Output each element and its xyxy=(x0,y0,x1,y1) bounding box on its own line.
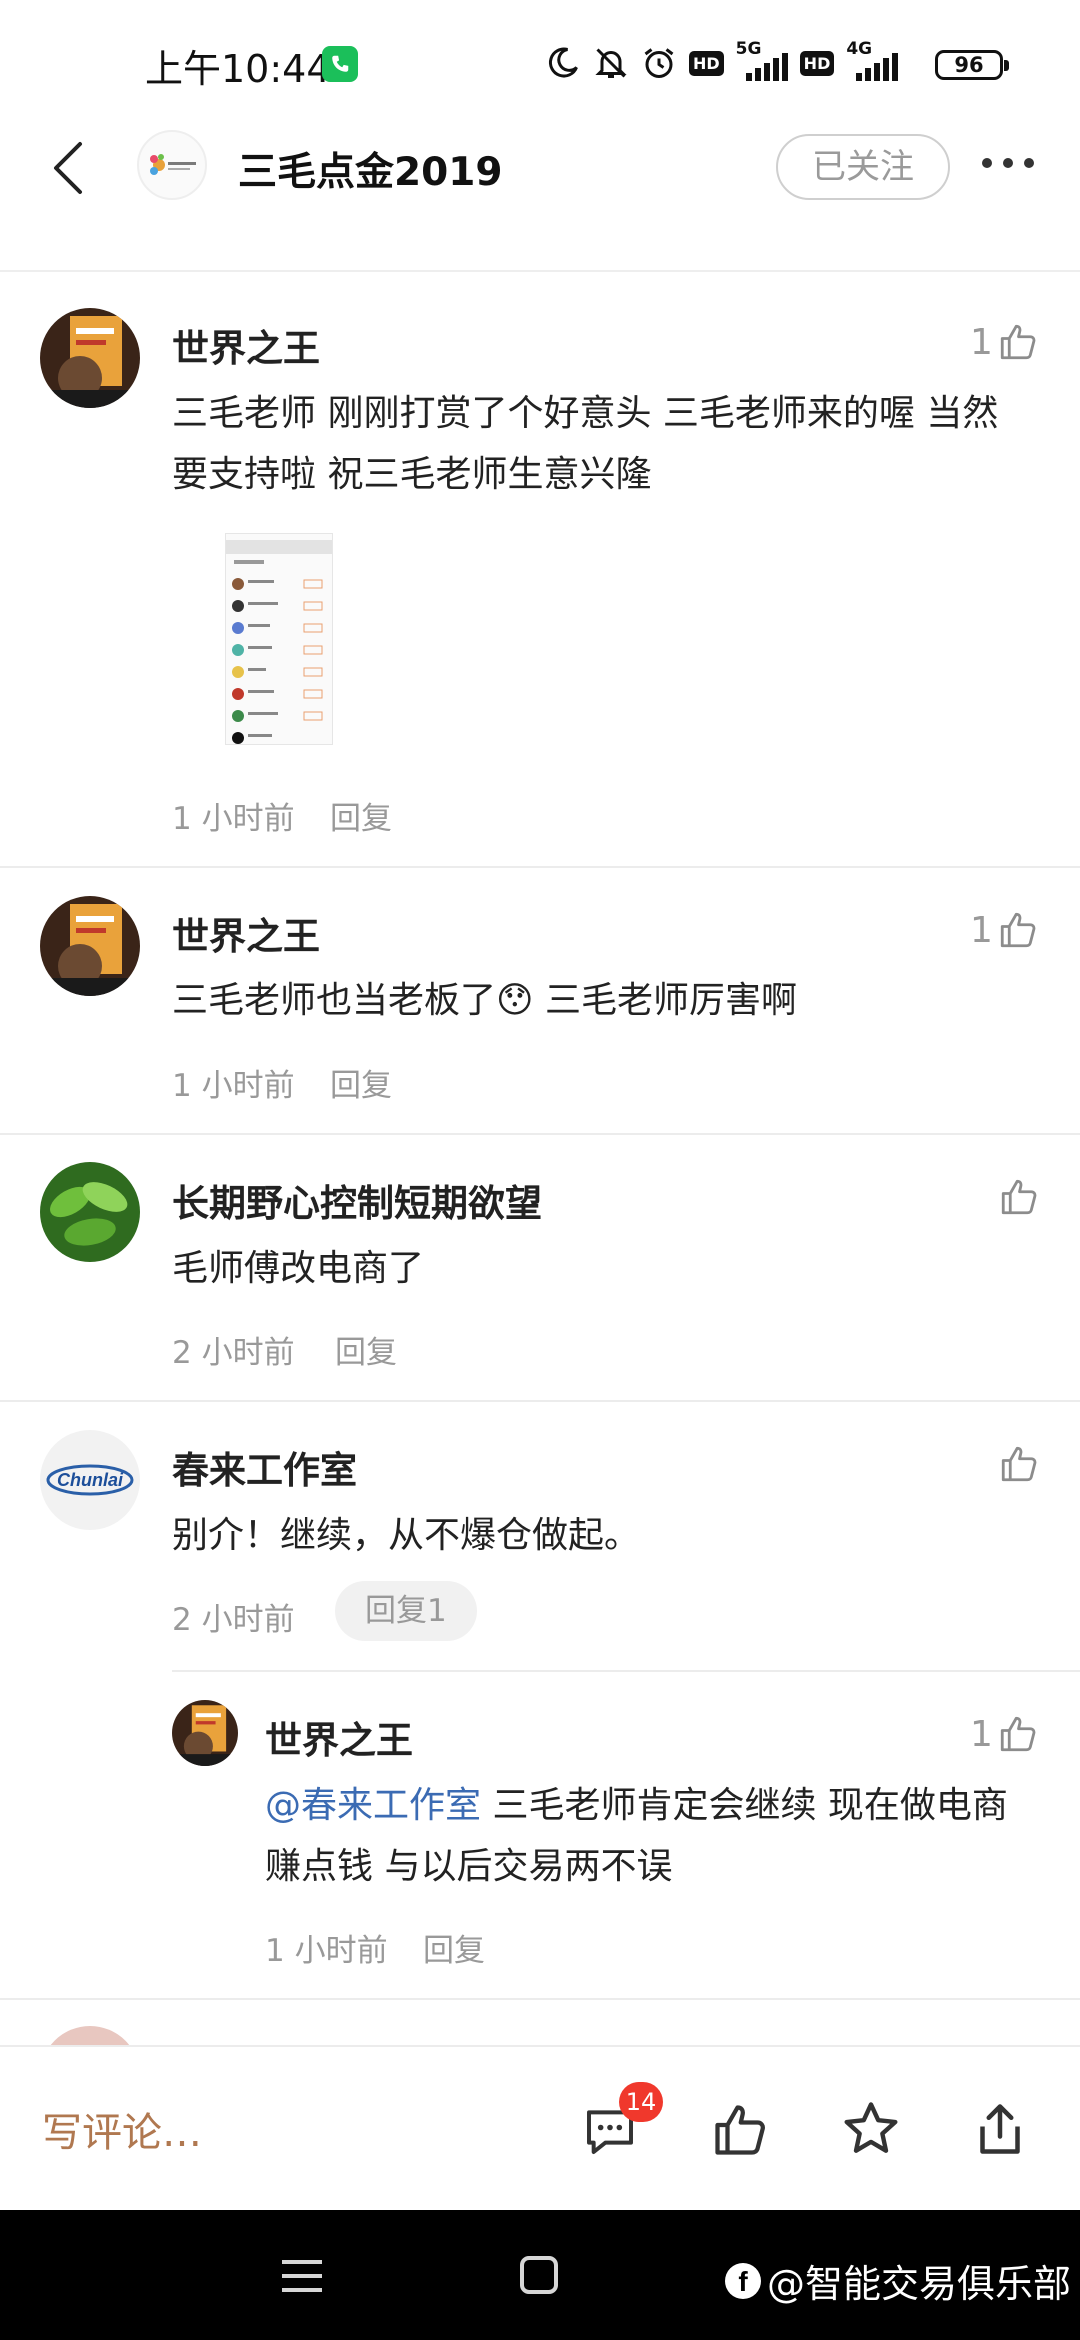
comment-time: 1 小时前 xyxy=(265,1933,388,1969)
reply-divider xyxy=(172,1670,1080,1672)
moon-icon xyxy=(548,47,578,78)
user-avatar[interactable]: Chunlai xyxy=(40,1430,140,1530)
like-button[interactable]: 1 xyxy=(970,908,1039,952)
facebook-logo-icon: f xyxy=(725,2262,761,2299)
avatar-logo-text: Chunlai xyxy=(57,1470,124,1490)
status-icons: HD 5G HD 4G xyxy=(545,39,899,86)
share-icon[interactable] xyxy=(970,2098,1030,2160)
follow-button[interactable]: 已关注 xyxy=(776,134,950,200)
comment-username[interactable]: 世界之王 xyxy=(172,906,320,960)
like-icon[interactable] xyxy=(710,2100,770,2160)
comment-username[interactable]: 长期野心控制短期欲望 xyxy=(172,1173,542,1227)
divider xyxy=(0,1998,1080,2000)
thumbs-up-icon xyxy=(1001,1446,1037,1482)
like-count: 1 xyxy=(970,321,993,363)
call-active-icon xyxy=(322,46,358,82)
mute-bell-icon xyxy=(595,48,627,78)
write-comment-input[interactable]: 写评论… xyxy=(42,2100,202,2158)
user-avatar[interactable] xyxy=(40,896,140,996)
hd-badge: HD xyxy=(799,50,835,76)
watermark: f @智能交易俱乐部 xyxy=(725,2253,1071,2308)
signal-4g-icon: 4G xyxy=(846,39,899,83)
alarm-icon xyxy=(644,48,674,78)
divider xyxy=(0,1400,1080,1402)
signal-5g-icon: 5G xyxy=(736,39,788,83)
divider xyxy=(0,866,1080,868)
comment-username[interactable]: 春来工作室 xyxy=(172,1440,357,1494)
reply-button[interactable]: 回复 xyxy=(330,793,392,838)
comment-text: 毛师傅改电商了 xyxy=(172,1248,425,1289)
account-avatar[interactable] xyxy=(137,130,207,200)
reply-button[interactable]: 回复 xyxy=(335,1327,397,1372)
status-bar: 上午10:44 HD 5G HD 4G 96 xyxy=(0,0,1080,120)
more-options-icon[interactable] xyxy=(982,158,1034,168)
comment-time: 2 小时前 xyxy=(172,1335,295,1371)
like-button[interactable] xyxy=(998,1175,1040,1219)
battery-level: 96 xyxy=(954,53,984,77)
reply-text: @春来工作室 三毛老师肯定会继续 现在做电商赚点钱 与以后交易两不误 xyxy=(265,1775,1035,1897)
thumbs-up-icon xyxy=(1000,912,1036,948)
reply-count-button[interactable]: 回复1 xyxy=(335,1581,477,1641)
divider xyxy=(0,1133,1080,1135)
status-time: 上午10:44 xyxy=(145,47,331,91)
thumbs-up-icon xyxy=(1000,324,1036,360)
battery-icon: 96 xyxy=(935,50,1009,80)
comment-time: 1 小时前 xyxy=(172,801,295,837)
recent-apps-icon[interactable] xyxy=(282,2258,322,2294)
user-avatar[interactable] xyxy=(40,1162,140,1262)
home-icon[interactable] xyxy=(520,2256,558,2294)
reply-username[interactable]: 世界之王 xyxy=(265,1710,413,1764)
account-name[interactable]: 三毛点金2019 xyxy=(238,141,503,197)
watermark-text: @智能交易俱乐部 xyxy=(767,2262,1072,2306)
thumbs-up-icon xyxy=(1000,1716,1036,1752)
comment-count-badge: 14 xyxy=(619,2082,663,2122)
favorite-star-icon[interactable] xyxy=(840,2098,902,2160)
comment-text: 别介！继续，从不爆仓做起。 xyxy=(172,1515,641,1556)
comment-text: 三毛老师 刚刚打赏了个好意头 三毛老师来的喔 当然要支持啦 祝三毛老师生意兴隆 xyxy=(172,393,999,495)
hd-badge: HD xyxy=(689,50,724,76)
comment-image[interactable] xyxy=(225,533,333,745)
user-avatar[interactable] xyxy=(172,1700,238,1766)
like-count: 1 xyxy=(970,909,993,951)
mention-link[interactable]: @春来工作室 xyxy=(265,1785,481,1826)
like-button[interactable] xyxy=(998,1442,1040,1486)
back-arrow-icon[interactable] xyxy=(48,140,88,196)
reply-button[interactable]: 回复 xyxy=(330,1060,392,1105)
comment-text: 三毛老师也当老板了😯 三毛老师厉害啊 xyxy=(172,980,797,1021)
comment-time: 2 小时前 xyxy=(172,1602,295,1638)
like-button[interactable]: 1 xyxy=(970,320,1039,364)
comment-username[interactable]: 世界之王 xyxy=(172,318,320,372)
reply-button[interactable]: 回复 xyxy=(423,1925,485,1970)
like-button[interactable]: 1 xyxy=(970,1712,1039,1756)
comment-time: 1 小时前 xyxy=(172,1068,295,1104)
thumbs-up-icon xyxy=(1001,1179,1037,1215)
user-avatar[interactable] xyxy=(40,308,140,408)
like-count: 1 xyxy=(970,1713,993,1755)
